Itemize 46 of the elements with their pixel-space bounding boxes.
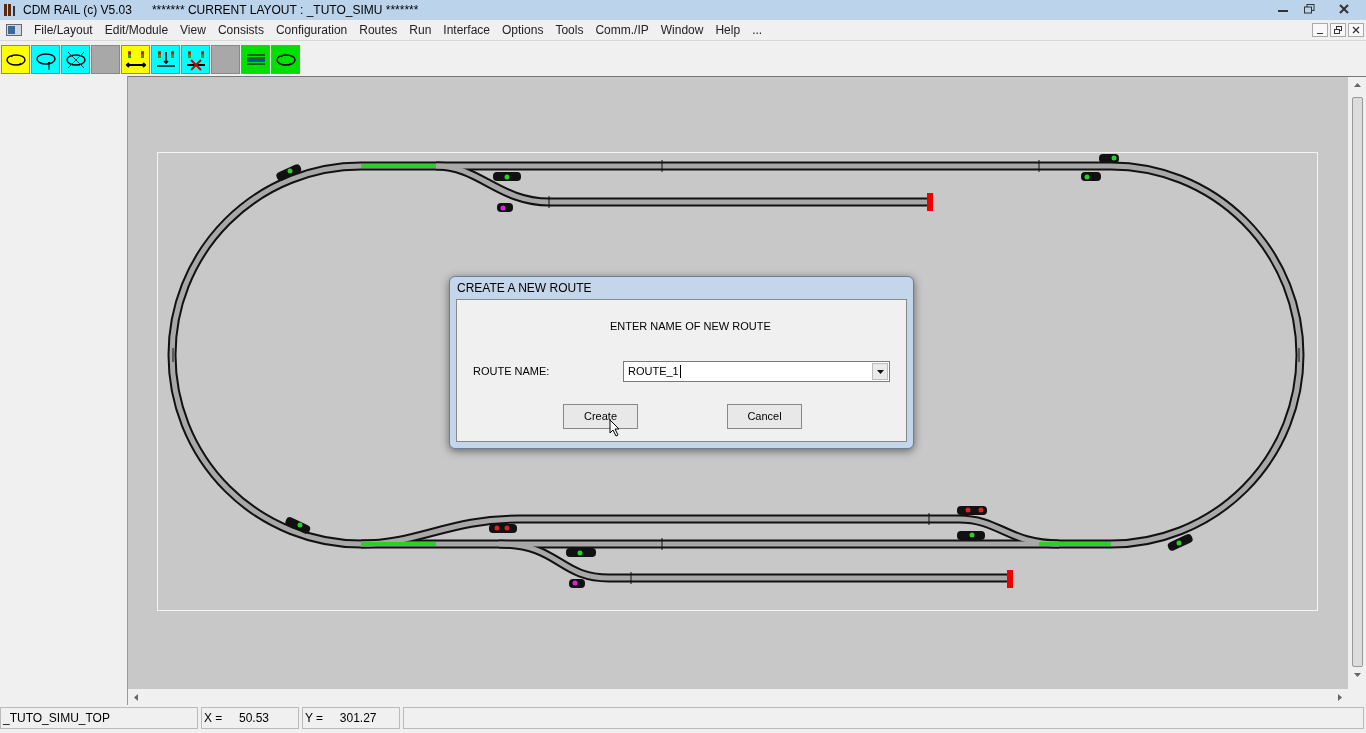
route-name-label: ROUTE NAME: (473, 364, 550, 379)
menu-item[interactable]: Help (709, 21, 747, 39)
menu-item[interactable]: View (174, 21, 212, 39)
restore-button[interactable] (1330, 23, 1346, 37)
toolbar-button[interactable] (1, 45, 30, 74)
restore-icon (1334, 26, 1342, 34)
menu-item[interactable]: File/Layout (28, 21, 99, 39)
toolbar-button[interactable] (271, 45, 300, 74)
scroll-up-icon[interactable] (1353, 83, 1361, 87)
restore-icon (1303, 4, 1315, 14)
mouse-pointer-icon (609, 419, 621, 437)
toolbar-button[interactable] (121, 45, 150, 74)
dialog-title: CREATE A NEW ROUTE (456, 280, 593, 297)
dialog-prompt: ENTER NAME OF NEW ROUTE (610, 319, 771, 334)
toolbar-button[interactable] (181, 45, 210, 74)
close-icon (1339, 4, 1349, 14)
status-field: _TUTO_SIMU_TOP (0, 707, 198, 729)
scroll-thumb[interactable] (1351, 97, 1363, 667)
menu-item[interactable]: Window (654, 21, 710, 39)
create-button[interactable]: Create (563, 404, 638, 429)
cancel-button[interactable]: Cancel (727, 404, 802, 429)
window-title: CDM RAIL (c) V5.03 ******* CURRENT LAYOUT : _TUTO_SIMU ******* (23, 2, 419, 19)
close-icon (1352, 26, 1360, 34)
scroll-down-icon[interactable] (1353, 673, 1361, 677)
route-name-field[interactable]: ROUTE_1 (623, 361, 890, 382)
menu-item[interactable]: Edit/Module (98, 21, 175, 39)
menu-item[interactable]: Consists (211, 21, 270, 39)
menu-item[interactable]: Tools (549, 21, 590, 39)
status-field: X = 50.53 (201, 707, 299, 729)
menu-item[interactable]: Configuration (269, 21, 354, 39)
caret-icon (876, 369, 884, 374)
menu-item[interactable]: Run (403, 21, 438, 39)
toolbar-button[interactable] (31, 45, 60, 74)
menu-item[interactable]: ... (746, 21, 769, 39)
toolbar-button[interactable] (61, 45, 90, 74)
close-button[interactable] (1348, 23, 1364, 37)
dropdown-button[interactable] (872, 363, 888, 380)
scroll-right-icon[interactable] (1338, 693, 1342, 701)
menu-item[interactable]: Routes (353, 21, 404, 39)
status-field: Y = 301.27 (302, 707, 400, 729)
scroll-left-icon[interactable] (134, 693, 138, 701)
toolbar-button[interactable] (151, 45, 180, 74)
minimize-button[interactable] (1312, 23, 1328, 37)
menu-item[interactable]: Options (496, 21, 550, 39)
menu-item[interactable]: Interface (437, 21, 497, 39)
menu-item[interactable]: Comm./IP (589, 21, 655, 39)
